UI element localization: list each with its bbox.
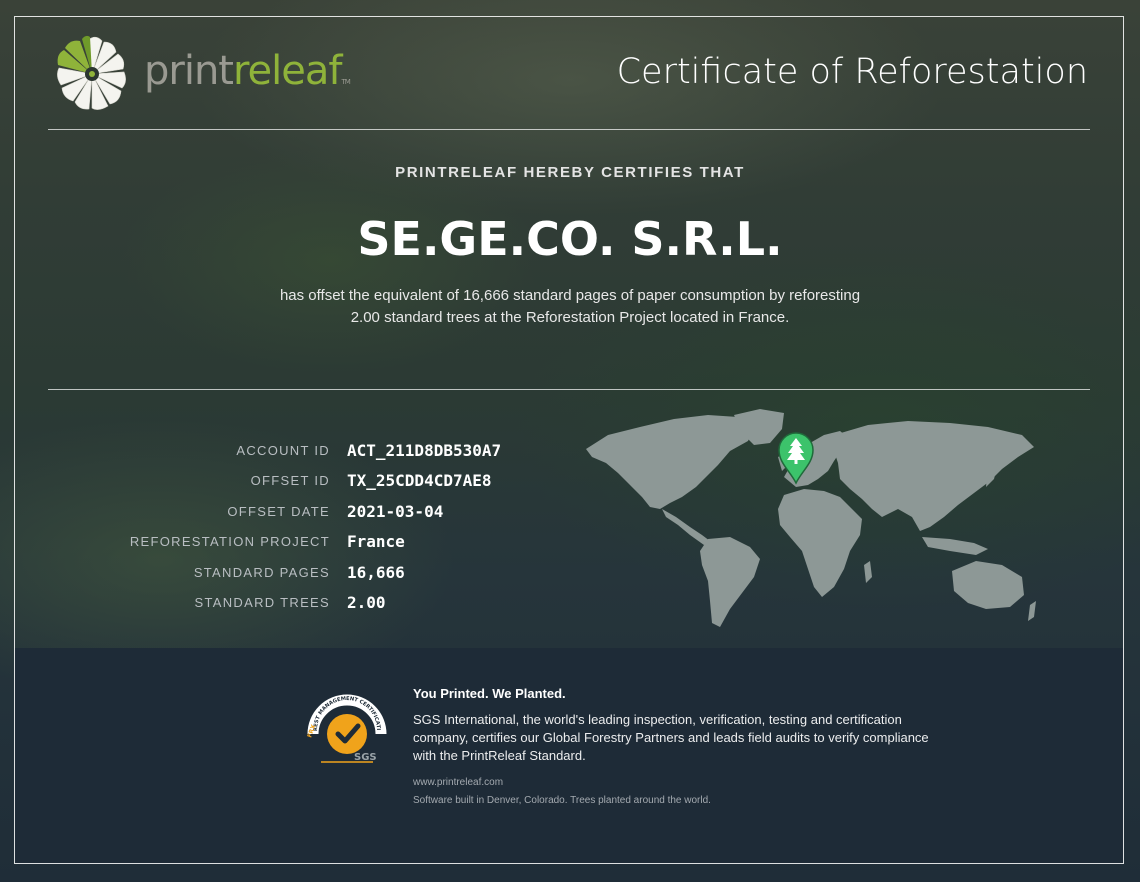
- certificate-title: Certificate of Reforestation: [616, 52, 1088, 92]
- seal-mark-text: SGS: [354, 752, 377, 763]
- offset-statement: has offset the equivalent of 16,666 stan…: [279, 287, 861, 326]
- sgs-certification-seal-icon: FOREST MANAGEMENT CERTIFICATION FRX SGS: [303, 688, 387, 763]
- detail-label: OFFSET ID: [250, 473, 330, 489]
- australia-landmass: [952, 561, 1024, 609]
- detail-row-standard-pages: STANDARD PAGES 16,666: [40, 557, 501, 588]
- footer-heading: You Printed. We Planted.: [413, 686, 566, 701]
- footer-website-link[interactable]: www.printreleaf.com: [413, 777, 503, 788]
- madagascar-landmass: [864, 561, 872, 583]
- wordmark-releaf: releaf: [232, 48, 342, 94]
- detail-value: 2021-03-04: [347, 501, 444, 521]
- north-america-landmass: [586, 415, 754, 509]
- indonesia-landmass: [922, 537, 988, 555]
- central-america-landmass: [662, 509, 710, 545]
- wordmark-print: print: [144, 48, 234, 94]
- africa-landmass: [778, 489, 862, 597]
- detail-value: 16,666: [347, 562, 405, 582]
- footer-description: SGS International, the world's leading i…: [413, 712, 929, 763]
- south-america-landmass: [700, 537, 760, 627]
- printreleaf-wordmark: printreleafTM: [144, 48, 351, 94]
- detail-row-account-id: ACCOUNT ID ACT_211D8DB530A7: [40, 435, 501, 466]
- detail-row-offset-id: OFFSET ID TX_25CDD4CD7AE8: [40, 466, 501, 497]
- detail-row-reforestation-project: REFORESTATION PROJECT France: [40, 527, 501, 558]
- detail-row-standard-trees: STANDARD TREES 2.00: [40, 588, 501, 619]
- company-name: SE.GE.CO. S.R.L.: [357, 212, 783, 266]
- trademark-mark: TM: [341, 78, 350, 86]
- detail-label: OFFSET DATE: [227, 503, 330, 519]
- detail-value: TX_25CDD4CD7AE8: [347, 471, 492, 491]
- content-divider: [48, 389, 1090, 390]
- asia-landmass: [834, 421, 1034, 531]
- footer-tagline: Software built in Denver, Colorado. Tree…: [413, 795, 711, 806]
- detail-label: STANDARD TREES: [194, 595, 330, 611]
- certifies-heading: PRINTRELEAF HEREBY CERTIFIES THAT: [395, 164, 745, 181]
- certificate-details: ACCOUNT ID ACT_211D8DB530A7 OFFSET ID TX…: [40, 435, 501, 618]
- detail-label: ACCOUNT ID: [236, 442, 330, 458]
- world-map: [586, 409, 1036, 627]
- header-divider: [48, 129, 1090, 130]
- detail-value: France: [347, 532, 405, 552]
- detail-value: 2.00: [347, 593, 386, 613]
- new-zealand-landmass: [1028, 601, 1036, 621]
- certificate-page: printreleafTM Certificate of Reforestati…: [0, 0, 1140, 882]
- detail-row-offset-date: OFFSET DATE 2021-03-04: [40, 496, 501, 527]
- detail-value: ACT_211D8DB530A7: [347, 440, 502, 460]
- detail-label: REFORESTATION PROJECT: [129, 534, 330, 550]
- detail-label: STANDARD PAGES: [193, 564, 330, 580]
